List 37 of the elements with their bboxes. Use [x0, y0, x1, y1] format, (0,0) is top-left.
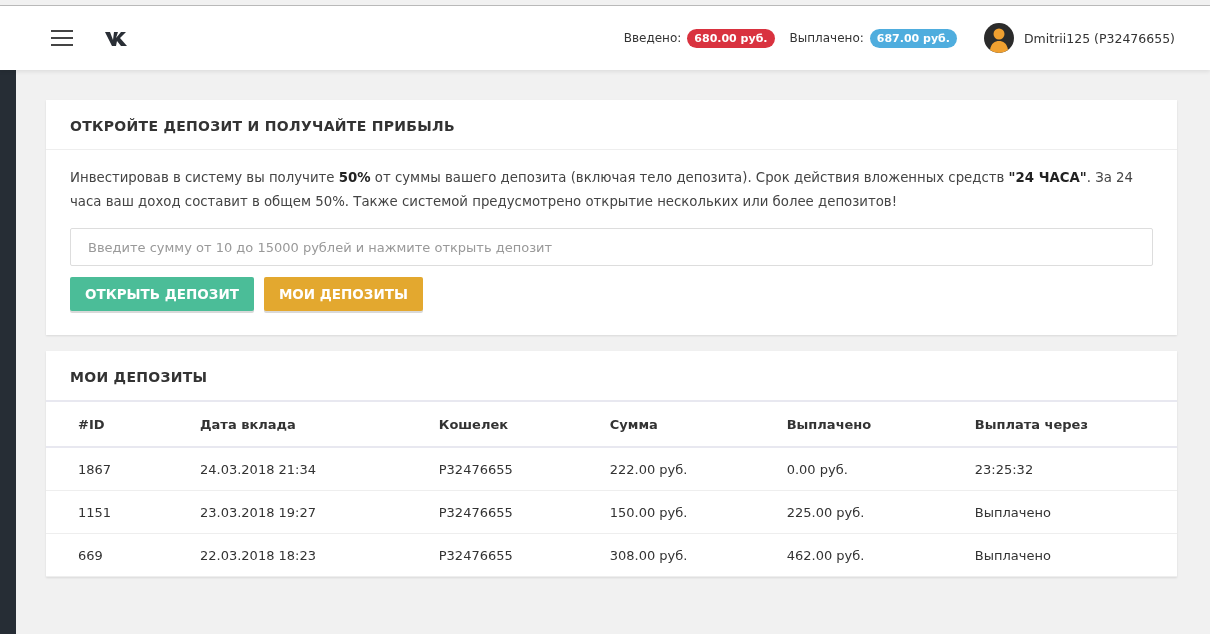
table-cell: 462.00 руб. — [754, 533, 943, 577]
table-cell: 22.03.2018 18:23 — [168, 533, 407, 577]
column-header: #ID — [46, 402, 168, 447]
amount-badge: 680.00 руб. — [687, 28, 775, 48]
column-header: Выплата через — [942, 402, 1177, 447]
table-cell: P32476655 — [406, 533, 578, 577]
table-cell: P32476655 — [406, 447, 578, 491]
card-title: МОИ ДЕПОЗИТЫ — [46, 351, 1177, 402]
table-cell: 1151 — [46, 490, 168, 534]
amount-input-field[interactable]: Введите сумму от 10 до 15000 рублей и нажмите открыть депозит — [70, 228, 1153, 266]
table-cell: 225.00 руб. — [754, 490, 943, 534]
stat-label: Введено: — [623, 31, 682, 45]
table-cell: 1867 — [46, 447, 168, 491]
table-cell: 308.00 руб. — [577, 533, 755, 577]
table-cell: 24.03.2018 21:34 — [168, 447, 407, 491]
my-deposits-button[interactable]: МОИ ДЕПОЗИТЫ — [263, 277, 423, 311]
table-cell: Выплачено — [942, 490, 1177, 534]
table-cell: 23.03.2018 19:27 — [168, 490, 407, 534]
table-cell: 222.00 руб. — [577, 447, 755, 491]
user-name[interactable]: Dmitrii125 (P32476655) — [1024, 30, 1175, 46]
table-cell: 0.00 руб. — [754, 447, 943, 491]
stat-label: Выплачено: — [789, 31, 864, 45]
table-cell: 150.00 руб. — [577, 490, 755, 534]
avatar-icon[interactable] — [984, 23, 1014, 53]
open-deposit-button[interactable]: ОТКРЫТЬ ДЕПОЗИТ — [70, 277, 254, 311]
column-header: Кошелек — [406, 402, 578, 447]
description-text: Инвестировав в систему вы получите 50% от суммы вашего депозита (включая тело депозита). Срок действия вложенных средств "24 ЧАСА". За 24 часа ваш доход составит в общем 50%. Также системой предусмотрено открытие нескольких или более депозитов! — [70, 169, 1134, 211]
column-header: Дата вклада — [168, 402, 407, 447]
table-cell: 23:25:32 — [942, 447, 1177, 491]
menu-icon[interactable] — [51, 30, 73, 46]
amount-badge: 687.00 руб. — [869, 28, 957, 48]
column-header: Сумма — [577, 402, 755, 447]
column-header: Выплачено — [754, 402, 943, 447]
table-cell: 669 — [46, 533, 168, 577]
card-title: ОТКРОЙТЕ ДЕПОЗИТ И ПОЛУЧАЙТЕ ПРИБЫЛЬ — [46, 100, 1177, 150]
table-cell: Выплачено — [942, 533, 1177, 577]
table-cell: P32476655 — [406, 490, 578, 534]
